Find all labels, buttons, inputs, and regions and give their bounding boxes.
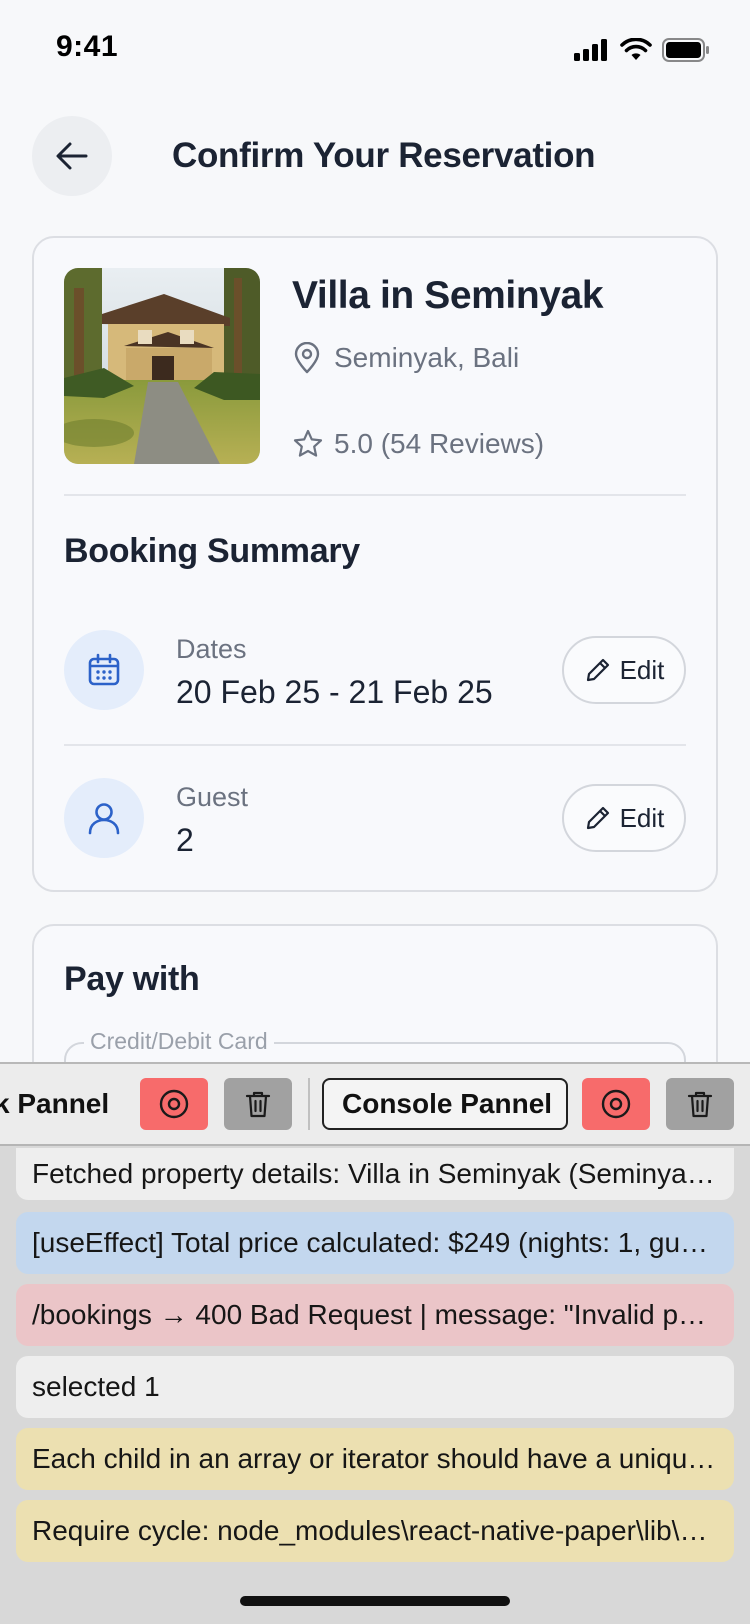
guest-value: 2 [176,822,194,858]
battery-icon [662,38,709,62]
property-rating-text: 5.0 (54 Reviews) [334,428,545,459]
trash-icon [245,1091,271,1118]
status-time: 9:41 [56,30,119,63]
pencil-icon [586,658,609,682]
dates-icon-wrap [64,630,144,710]
card-payment-label: Credit/Debit Card [84,1028,274,1055]
record-icon [601,1089,631,1119]
divider [64,744,686,746]
status-bar: 9:41 [0,0,750,100]
dates-label: Dates [176,634,247,664]
map-pin-icon [294,342,320,374]
log-entry-text: selected 1 [32,1371,160,1402]
property-location: Seminyak, Bali [292,342,519,374]
edit-guest-button[interactable]: Edit [562,784,686,852]
arrow-left-icon [56,142,88,170]
log-entry[interactable]: /bookings → 400 Bad Request | message: "… [16,1284,734,1346]
log-entry[interactable]: Each child in an array or iterator shoul… [16,1428,734,1490]
home-indicator[interactable] [240,1596,510,1606]
edit-guest-label: Edit [619,802,665,833]
log-entry-text: Require cycle: node_modules\react-native… [32,1515,718,1546]
property-image [64,268,260,464]
pencil-icon [586,806,609,830]
record-icon [159,1089,189,1119]
wifi-icon [620,38,652,60]
reservation-screen: 9:41 Confirm Your Reservation Villa in S… [0,0,750,1624]
debug-panel: k Pannel Console Pannel Fetched property… [0,1062,750,1624]
clear-button[interactable] [224,1078,292,1130]
edit-dates-label: Edit [619,654,665,685]
toolbar-separator [308,1078,310,1130]
edit-dates-button[interactable]: Edit [562,636,686,704]
pay-with-title: Pay with [64,960,200,998]
property-location-text: Seminyak, Bali [334,342,520,373]
dates-value: 20 Feb 25 - 21 Feb 25 [176,674,493,710]
log-entry[interactable]: [useEffect] Total price calculated: $249… [16,1212,734,1274]
guest-label: Guest [176,782,249,812]
network-panel-tab[interactable]: k Pannel [0,1078,109,1130]
divider [64,494,686,496]
log-entry[interactable]: Require cycle: node_modules\react-native… [16,1500,734,1562]
property-name: Villa in Seminyak [292,274,604,317]
dates-row: Dates 20 Feb 25 - 21 Feb 25 Edit [64,630,686,712]
log-entry-text: Each child in an array or iterator shoul… [32,1443,718,1474]
page-title: Confirm Your Reservation [172,136,596,175]
back-button[interactable] [32,116,112,196]
log-entry-text: Fetched property details: Villa in Semin… [32,1158,718,1189]
console-record-button[interactable] [582,1078,650,1130]
record-button[interactable] [140,1078,208,1130]
trash-icon [687,1091,713,1118]
log-entry[interactable]: Fetched property details: Villa in Semin… [16,1148,734,1200]
console-clear-button[interactable] [666,1078,734,1130]
guest-icon-wrap [64,778,144,858]
log-entry-text: /bookings → 400 Bad Request | message: "… [32,1299,718,1330]
debug-toolbar: k Pannel Console Pannel [0,1064,750,1146]
log-entry-text: [useEffect] Total price calculated: $249… [32,1227,718,1258]
booking-summary-title: Booking Summary [64,532,360,570]
log-entry[interactable]: selected 1 [16,1356,734,1418]
console-panel-tab[interactable]: Console Pannel [322,1078,568,1130]
guest-row: Guest 2 Edit [64,778,686,860]
status-icons [574,38,710,62]
property-rating: 5.0 (54 Reviews) [292,428,544,460]
star-icon [293,429,323,457]
cellular-signal-icon [574,39,607,61]
user-icon [88,803,120,835]
calendar-icon [88,653,120,686]
property-card: Villa in Seminyak Seminyak, Bali 5.0 (54… [32,236,718,892]
